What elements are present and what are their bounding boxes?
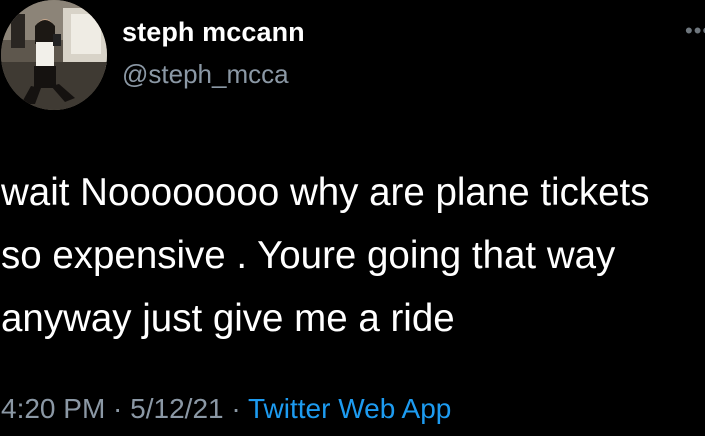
meta-separator: · <box>105 393 131 424</box>
avatar[interactable] <box>1 0 107 110</box>
avatar-photo <box>1 0 107 110</box>
tweet-text: wait Noooooooo why are plane tickets so … <box>1 161 705 350</box>
tweet-text-line: so expensive . Youre going that way <box>1 234 616 277</box>
more-dots-icon[interactable]: ••• <box>685 20 705 46</box>
meta-separator: · <box>223 393 248 424</box>
tweet: steph mccann @steph_mcca ••• wait Nooooo… <box>0 0 705 436</box>
tweet-source-link[interactable]: Twitter Web App <box>248 393 451 424</box>
tweet-date[interactable]: 5/12/21 <box>130 393 223 424</box>
tweet-time[interactable]: 4:20 PM <box>1 393 105 424</box>
tweet-text-line: wait Noooooooo why are plane tickets <box>1 171 650 214</box>
author-handle[interactable]: @steph_mcca <box>122 59 289 90</box>
tweet-meta: 4:20 PM · 5/12/21 · Twitter Web App <box>1 393 451 425</box>
author-display-name[interactable]: steph mccann <box>122 17 305 48</box>
tweet-text-line: anyway just give me a ride <box>1 297 455 340</box>
